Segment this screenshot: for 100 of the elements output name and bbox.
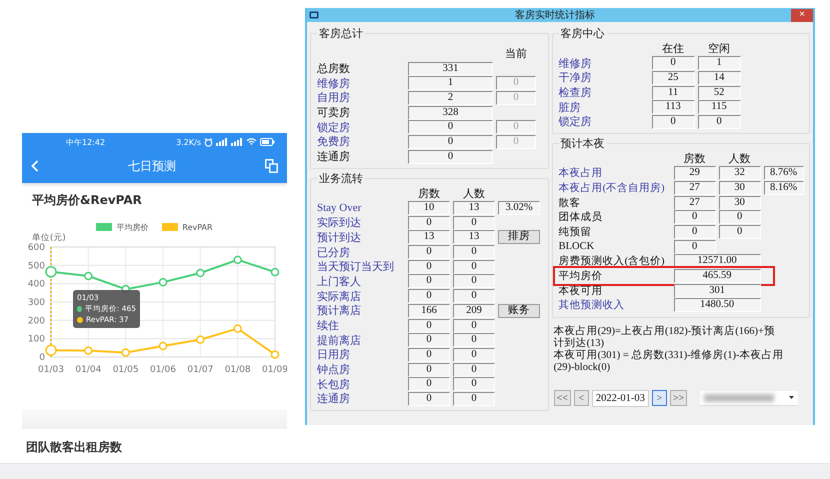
close-button[interactable]: × xyxy=(791,8,813,22)
value-field: 0 xyxy=(408,245,450,260)
value-field: 27 xyxy=(674,180,716,195)
value-field: 0 xyxy=(674,210,716,224)
formula-note: 本夜占用(29)=上夜占用(182)-预计离店(166)+预计到达(13) xyxy=(554,326,776,349)
value-field: 0 xyxy=(408,134,493,149)
section-title: 团队散客出租房数 xyxy=(26,439,123,456)
value-field: 32 xyxy=(718,166,761,180)
action-button[interactable]: 排房 xyxy=(498,230,540,244)
row-label[interactable]: 其他预测收入 xyxy=(558,298,671,312)
column-header: 空闲 xyxy=(707,42,732,56)
value-field: 1 xyxy=(408,76,493,90)
column-header: 当前 xyxy=(504,47,528,61)
value-field: 0 xyxy=(408,377,450,392)
network-speed: 3.2K/s xyxy=(176,138,201,146)
group-title: 业务流转 xyxy=(318,172,364,186)
row-label[interactable]: 干净房 xyxy=(558,70,649,86)
tick-label: 01/03 xyxy=(38,365,64,375)
row-label[interactable]: 连通房 xyxy=(317,391,405,406)
row-label[interactable]: Stay Over xyxy=(317,202,405,214)
row-label: 连通房 xyxy=(317,150,351,164)
value-field: 0 xyxy=(674,224,716,239)
row-label[interactable]: 已分房 xyxy=(317,244,405,260)
row-label[interactable]: 续住 xyxy=(317,318,405,333)
value-field: 13 xyxy=(453,200,495,215)
row-label: BLOCK xyxy=(558,241,596,252)
value-field: 0 xyxy=(408,348,450,362)
row-label[interactable]: 本夜占用 xyxy=(558,166,671,180)
value-field: 0 xyxy=(408,392,450,406)
row-label[interactable]: 本夜占用(不含自用房) xyxy=(558,180,671,195)
value-field: 465.59 xyxy=(674,268,761,283)
value-field: 0 xyxy=(453,216,495,230)
nav-button[interactable]: >> xyxy=(670,390,688,406)
value-field: 3.02% xyxy=(498,200,540,215)
row-label: 平均房价 xyxy=(558,269,604,283)
value-field: 0 xyxy=(408,260,450,274)
tick-label: 400 xyxy=(28,280,45,290)
row-label[interactable]: 实际到达 xyxy=(317,215,405,230)
value-field: 301 xyxy=(674,284,761,298)
value-field: 25 xyxy=(652,70,695,85)
value-field: 0 xyxy=(453,245,495,260)
value-field: 0 xyxy=(453,318,495,332)
row-label[interactable]: 维修房 xyxy=(558,56,649,71)
row-label[interactable]: 提前离店 xyxy=(317,332,405,348)
row-label: 散客 xyxy=(558,196,582,210)
nav-button[interactable]: << xyxy=(554,390,571,406)
row-label[interactable]: 当天预订当天到 xyxy=(317,259,405,274)
row-label[interactable]: 检查房 xyxy=(558,85,649,100)
value-field: 0 xyxy=(408,362,450,377)
legend-label: RevPAR xyxy=(182,222,213,232)
value-field: 1 xyxy=(698,56,741,70)
row-label: 总房数 xyxy=(317,62,351,76)
column-header: 人数 xyxy=(462,186,486,201)
tick-label: 01/07 xyxy=(187,365,214,375)
tick-label: 01/09 xyxy=(262,365,287,375)
value-field: 0 xyxy=(408,318,450,332)
row-label[interactable]: 维修房 xyxy=(317,76,405,91)
nav-button[interactable]: < xyxy=(574,390,589,406)
date-field[interactable]: 2022-01-03 xyxy=(592,390,649,407)
row-label[interactable]: 锁定房 xyxy=(558,114,649,130)
value-field: 8.76% xyxy=(764,166,804,180)
value-field: 209 xyxy=(453,304,495,318)
value-field: 8.16% xyxy=(764,180,804,195)
tick-label: 0 xyxy=(39,353,45,363)
row-label[interactable]: 实际离店 xyxy=(317,288,405,304)
value-field: 0 xyxy=(453,362,495,377)
tick-label: 01/06 xyxy=(150,365,176,375)
row-label[interactable]: 上门客人 xyxy=(317,274,405,289)
row-label[interactable]: 预计离店 xyxy=(317,303,405,318)
value-field: 0 xyxy=(408,216,450,230)
row-label[interactable]: 长包房 xyxy=(317,376,405,392)
value-field: 0 xyxy=(496,76,536,90)
value-field: 0 xyxy=(408,274,450,288)
value-field: 0 xyxy=(408,150,493,164)
row-label[interactable]: 自用房 xyxy=(317,90,405,106)
group-title: 客房总计 xyxy=(318,26,364,41)
column-header: 房数 xyxy=(682,152,707,166)
row-label[interactable]: 钟点房 xyxy=(317,362,405,378)
value-field: 0 xyxy=(453,348,495,362)
value-field: 0 xyxy=(496,134,536,149)
value-field: 328 xyxy=(408,106,493,120)
value-field: 331 xyxy=(408,62,493,76)
column-header: 房数 xyxy=(417,186,441,201)
value-field: 0 xyxy=(408,333,450,348)
value-field: 113 xyxy=(652,100,695,114)
value-field: 0 xyxy=(718,224,761,239)
value-field: 0 xyxy=(652,114,695,129)
status-time: 中午12:42 xyxy=(66,136,106,148)
tick-label: 01/05 xyxy=(112,365,139,375)
row-label[interactable]: 免费房 xyxy=(317,134,405,150)
tick-label: 600 xyxy=(28,243,45,253)
row-label[interactable]: 锁定房 xyxy=(317,120,405,135)
nav-button[interactable]: > xyxy=(652,390,667,406)
action-button[interactable]: 账务 xyxy=(498,304,540,318)
value-field: 52 xyxy=(698,86,741,100)
value-field: 13 xyxy=(408,230,450,244)
row-label[interactable]: 日用房 xyxy=(317,347,405,362)
tick-label: 01/04 xyxy=(75,365,102,375)
row-label[interactable]: 脏房 xyxy=(558,100,649,115)
row-label[interactable]: 预计到达 xyxy=(317,230,405,245)
